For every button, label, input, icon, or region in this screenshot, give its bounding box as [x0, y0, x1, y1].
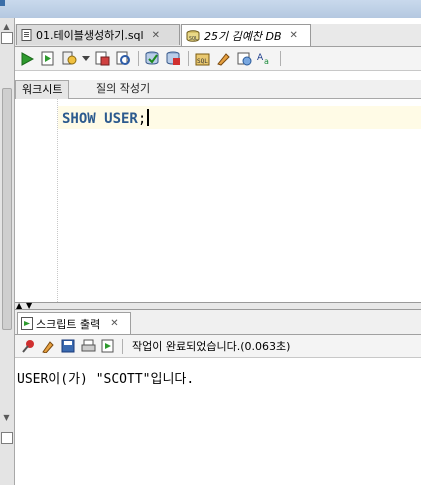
tab-db-connection[interactable]: SQL 25기 김예찬 DB ✕: [181, 24, 311, 46]
tab-db-connection-label: 25기 김예찬 DB: [204, 29, 282, 43]
sql-history-icon[interactable]: SQL: [194, 51, 210, 67]
sql-keyword: SHOW USER: [62, 111, 138, 127]
commit-icon[interactable]: [144, 51, 160, 67]
line-gutter: [15, 99, 58, 302]
panel-restore-icon[interactable]: [1, 32, 13, 44]
tab-worksheet[interactable]: 워크시트: [15, 80, 70, 99]
toolbar-separator: [188, 51, 189, 66]
clear-icon[interactable]: [215, 51, 231, 67]
worksheet-area: 01.테이블생성하기.sql ✕ SQL 25기 김예찬 DB ✕ SQL Aa…: [15, 18, 421, 485]
pin-icon[interactable]: [20, 338, 36, 354]
tab-query-builder[interactable]: 질의 작성기: [90, 80, 156, 98]
sql-statement[interactable]: SHOW USER;: [62, 109, 150, 127]
tab-sql-file[interactable]: 01.테이블생성하기.sql ✕: [16, 24, 180, 45]
tab-sql-file-label: 01.테이블생성하기.sql: [36, 29, 144, 42]
splitter-up-icon[interactable]: ▲: [16, 302, 22, 310]
close-icon[interactable]: ✕: [152, 30, 160, 41]
panel-splitter[interactable]: ▲ ▼: [15, 302, 421, 310]
dropdown-arrow-icon[interactable]: [82, 51, 90, 67]
text-caret: [147, 109, 150, 126]
toolbar-separator: [280, 51, 281, 66]
task-status-text: 작업이 완료되었습니다.(0.063초): [132, 340, 291, 353]
clear-output-icon[interactable]: [40, 338, 56, 354]
tab-script-output[interactable]: 스크립트 출력 ✕: [17, 312, 131, 334]
splitter-down-icon[interactable]: ▼: [26, 302, 32, 310]
toolbar-separator: [122, 338, 123, 354]
close-icon[interactable]: ✕: [110, 318, 118, 329]
tab-script-output-label: 스크립트 출력: [36, 317, 101, 331]
run-statement-icon[interactable]: [19, 51, 35, 67]
script-output-text: USER이(가) "SCOTT"입니다.: [17, 372, 195, 387]
case-toggle-icon[interactable]: Aa: [257, 51, 273, 67]
sql-editor[interactable]: SHOW USER;: [15, 99, 421, 302]
svg-text:a: a: [264, 57, 269, 66]
scroll-up-icon[interactable]: ▲: [2, 22, 11, 31]
sql-file-icon: [21, 29, 32, 41]
worksheet-subtabs: 워크시트 질의 작성기: [15, 80, 421, 99]
save-icon[interactable]: [60, 338, 76, 354]
svg-text:SQL: SQL: [189, 36, 198, 42]
worksheet-toolbar: SQL Aa: [15, 47, 421, 71]
window-corner-marker: [0, 0, 5, 6]
sql-tuning-icon[interactable]: [115, 51, 131, 67]
scroll-down-icon[interactable]: ▼: [2, 413, 11, 422]
explain-plan-icon[interactable]: [61, 51, 77, 67]
run-script-icon[interactable]: [40, 51, 56, 67]
open-script-icon[interactable]: [100, 338, 116, 354]
rollback-icon[interactable]: [165, 51, 181, 67]
svg-text:SQL: SQL: [197, 58, 208, 65]
left-scrollbar-thumb[interactable]: [2, 88, 12, 330]
print-icon[interactable]: [80, 338, 96, 354]
svg-text:A: A: [257, 53, 264, 63]
output-tab-bar: 스크립트 출력 ✕: [15, 310, 421, 335]
format-icon[interactable]: [236, 51, 252, 67]
db-connection-icon: SQL: [186, 29, 200, 42]
sql-terminator: ;: [137, 111, 147, 127]
window-top-strip: [0, 0, 421, 18]
editor-tab-bar: 01.테이블생성하기.sql ✕ SQL 25기 김예찬 DB ✕: [15, 24, 421, 47]
close-icon[interactable]: ✕: [290, 30, 298, 41]
left-panel-edge: ▲ ▼: [0, 18, 15, 485]
output-toolbar: 작업이 완료되었습니다.(0.063초): [15, 335, 421, 358]
autotrace-icon[interactable]: [94, 51, 110, 67]
script-output-icon: [21, 317, 33, 330]
toolbar-separator: [138, 51, 139, 66]
panel-minimize-icon[interactable]: [1, 432, 13, 444]
